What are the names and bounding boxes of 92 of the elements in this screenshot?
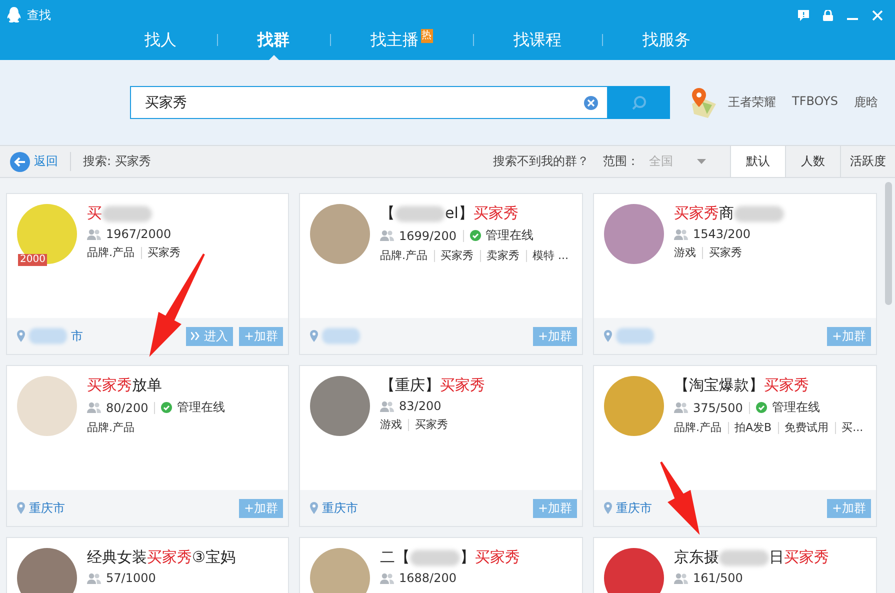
check-icon [161, 402, 172, 413]
members-icon [674, 402, 688, 413]
search-query-label: 搜索: 买家秀 [83, 153, 152, 170]
location-pin-icon [17, 330, 25, 342]
member-count: 1699/200 [380, 228, 456, 242]
member-count: 1967/2000 [87, 227, 172, 241]
group-name[interactable]: 买家秀商 [674, 204, 784, 223]
member-count: 80/200 [87, 400, 148, 414]
penguin-icon [6, 6, 22, 24]
location-pin-icon [310, 502, 318, 514]
group-tag: 品牌.产品 [380, 248, 428, 263]
group-tag: 品牌.产品 [87, 420, 134, 435]
members-icon [674, 228, 688, 240]
member-limit-badge: 2000 [18, 254, 48, 266]
location-pin-icon [17, 502, 25, 514]
members-icon [87, 402, 101, 413]
members-icon [380, 400, 394, 412]
members-icon [87, 228, 101, 240]
member-count: 1543/200 [674, 227, 750, 241]
group-tag: 模特 ... [532, 248, 568, 263]
close-icon[interactable] [872, 10, 883, 20]
group-name[interactable]: 【重庆】买家秀 [380, 376, 485, 395]
avatar-placeholder [604, 548, 664, 593]
member-count: 83/200 [380, 399, 442, 413]
members-icon [380, 230, 394, 241]
scope-label: 范围： [603, 153, 639, 170]
admin-online-status: 管理在线 [470, 227, 534, 244]
help-link[interactable]: 搜索不到我的群？ [493, 146, 589, 177]
member-count: 1688/200 [380, 571, 456, 585]
hot-badge: 热 [420, 29, 432, 43]
group-tag: 游戏 [380, 417, 402, 432]
scrollbar-thumb[interactable] [885, 182, 892, 305]
hot-word-link[interactable]: 王者荣耀 [728, 94, 776, 111]
group-name[interactable]: 二【 】买家秀 [380, 548, 520, 567]
group-tag: 游戏 [674, 245, 696, 260]
double-chevron-icon [190, 332, 200, 340]
blurred-text [102, 206, 152, 222]
lock-icon[interactable] [823, 10, 833, 20]
blurred-text [410, 550, 460, 566]
clear-icon[interactable] [584, 96, 598, 110]
group-tag: 买家秀 [440, 248, 474, 263]
hot-word-link[interactable]: TFBOYS [792, 94, 838, 111]
members-icon [87, 572, 101, 584]
group-tag: 卖家秀 [486, 248, 520, 263]
group-name[interactable]: 【 el】买家秀 [380, 204, 568, 223]
blurred-location [29, 328, 67, 344]
members-icon [674, 572, 688, 584]
group-name[interactable]: 买 [87, 204, 180, 223]
location-text: 重庆市 [616, 500, 652, 516]
group-tag: 品牌.产品 [87, 245, 134, 260]
group-tag: 免费试用 [784, 420, 829, 435]
location-pin-icon [604, 502, 612, 514]
feedback-icon[interactable] [798, 10, 809, 20]
group-tag: 买... [842, 420, 864, 435]
location-text: 重庆市 [29, 500, 65, 516]
members-icon [380, 572, 394, 584]
caret-icon [697, 159, 706, 164]
blurred-text [395, 206, 445, 222]
blurred-location [322, 328, 360, 344]
location-text: 市 [71, 328, 83, 344]
check-icon [470, 230, 480, 241]
group-tag: 买家秀 [148, 245, 180, 260]
group-tag: 拍A发B [734, 420, 772, 435]
location-pin-icon [604, 330, 612, 342]
blurred-text [734, 206, 784, 222]
group-name[interactable]: 经典女装买家秀③宝妈 [87, 548, 236, 567]
group-name[interactable]: 买家秀放单 [87, 376, 226, 395]
back-button[interactable]: 返回 [0, 152, 71, 171]
location-text: 重庆市 [322, 500, 358, 516]
search-icon [631, 94, 647, 110]
group-tag: 买家秀 [709, 245, 742, 260]
search-field[interactable]: 买家秀 [130, 86, 608, 119]
admin-online-status: 管理在线 [161, 399, 226, 416]
window-title: 查找 [27, 6, 52, 24]
group-name[interactable]: 京东摄 日买家秀 [674, 548, 829, 567]
member-count: 375/500 [674, 400, 743, 414]
group-tag: 品牌.产品 [674, 420, 722, 435]
blurred-text [719, 550, 769, 566]
admin-online-status: 管理在线 [756, 399, 820, 416]
check-icon [756, 402, 767, 413]
member-count: 57/1000 [87, 571, 156, 585]
hot-word-link[interactable]: 鹿晗 [854, 94, 878, 111]
member-count: 161/500 [674, 571, 743, 585]
group-name[interactable]: 【淘宝爆款】买家秀 [674, 376, 864, 395]
sort-tab[interactable]: 人数 [785, 146, 840, 177]
sort-tab[interactable]: 默认 [730, 146, 785, 177]
blurred-location [616, 328, 654, 344]
avatar-placeholder [310, 548, 370, 593]
sort-tab[interactable]: 活跃度 [840, 146, 895, 177]
group-tag: 买家秀 [415, 417, 448, 432]
location-pin-icon [310, 330, 318, 342]
avatar-placeholder [17, 548, 77, 593]
